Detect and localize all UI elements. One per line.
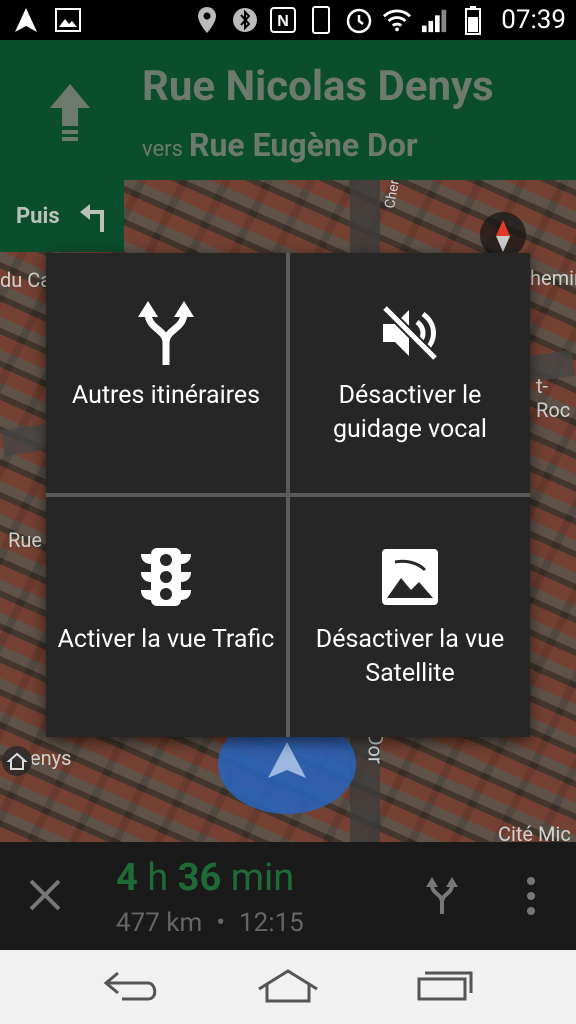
back-icon[interactable] xyxy=(98,964,166,1008)
navigation-header[interactable]: Rue Nicolas Denys vers Rue Eugène Dor xyxy=(0,40,576,180)
gallery-icon xyxy=(54,6,82,34)
trip-distance: 477 km xyxy=(116,908,203,938)
eta-hours: 4 xyxy=(116,856,138,900)
recent-apps-icon[interactable] xyxy=(410,964,478,1008)
wifi-icon xyxy=(383,6,412,34)
home-marker-icon[interactable] xyxy=(2,746,32,776)
more-options-icon[interactable] xyxy=(522,876,540,916)
status-time: 07:39 xyxy=(501,5,566,35)
turn-left-icon xyxy=(78,202,108,232)
location-icon xyxy=(193,6,221,34)
navigation-icon xyxy=(12,6,40,34)
options-menu: Autres itinéraires Désactiver le guidage… xyxy=(46,253,530,737)
alternate-routes-button[interactable]: Autres itinéraires xyxy=(46,253,286,493)
eta-minutes: 36 xyxy=(177,856,222,900)
signal-icon xyxy=(421,6,449,34)
straight-arrow-icon xyxy=(48,82,92,142)
map-label: Cité Mic xyxy=(498,822,571,842)
nfc-icon: N xyxy=(269,6,297,34)
mute-voice-guidance-button[interactable]: Désactiver le guidage vocal xyxy=(290,253,530,493)
map-label: Dor xyxy=(363,732,388,764)
disable-satellite-view-label: Désactiver la vue Satellite xyxy=(315,625,505,688)
disable-satellite-view-button[interactable]: Désactiver la vue Satellite xyxy=(290,497,530,737)
map-label: t-Roc xyxy=(536,374,571,422)
map-label: hemin xyxy=(530,266,576,290)
map-label: Cher xyxy=(382,180,403,210)
current-street: Rue Nicolas Denys xyxy=(142,62,494,111)
home-icon[interactable] xyxy=(254,964,322,1008)
enable-traffic-view-button[interactable]: Activer la vue Trafic xyxy=(46,497,286,737)
then-label: Puis xyxy=(16,204,60,229)
towards-label: vers xyxy=(142,137,183,162)
eta-minutes-unit: min xyxy=(230,856,295,900)
volume-off-icon xyxy=(378,299,442,367)
arrival-time: 12:15 xyxy=(239,908,304,938)
traffic-light-icon xyxy=(134,543,198,611)
alternate-routes-icon[interactable] xyxy=(424,876,460,916)
svg-text:N: N xyxy=(277,13,289,30)
compass-icon xyxy=(496,220,510,252)
map-label: du Ca xyxy=(0,268,52,292)
towards-street-line: vers Rue Eugène Dor xyxy=(142,126,418,164)
system-navigation-bar xyxy=(0,950,576,1024)
mute-voice-guidance-label: Désactiver le guidage vocal xyxy=(332,381,488,444)
phone-icon xyxy=(307,6,335,34)
map-label: Rue xyxy=(8,528,42,552)
eta-hours-unit: h xyxy=(147,856,169,900)
bluetooth-icon xyxy=(231,6,259,34)
towards-street: Rue Eugène Dor xyxy=(189,126,418,164)
satellite-image-icon xyxy=(378,543,442,611)
trip-details: 477 km • 12:15 xyxy=(116,908,304,938)
alarm-icon xyxy=(345,6,373,34)
close-icon[interactable] xyxy=(28,878,62,912)
alternate-routes-icon xyxy=(134,299,198,367)
trip-separator: • xyxy=(216,908,226,938)
eta-duration: 4 h 36 min xyxy=(116,856,294,900)
map-label: enys xyxy=(30,746,72,770)
battery-icon xyxy=(459,6,487,35)
enable-traffic-view-label: Activer la vue Trafic xyxy=(57,625,275,654)
then-turn-indicator: Puis xyxy=(0,180,124,252)
alternate-routes-label: Autres itinéraires xyxy=(71,381,261,410)
trip-info-bar: 4 h 36 min 477 km • 12:15 xyxy=(0,842,576,950)
menu-divider xyxy=(46,493,530,497)
status-bar: N 07:39 xyxy=(0,0,576,40)
